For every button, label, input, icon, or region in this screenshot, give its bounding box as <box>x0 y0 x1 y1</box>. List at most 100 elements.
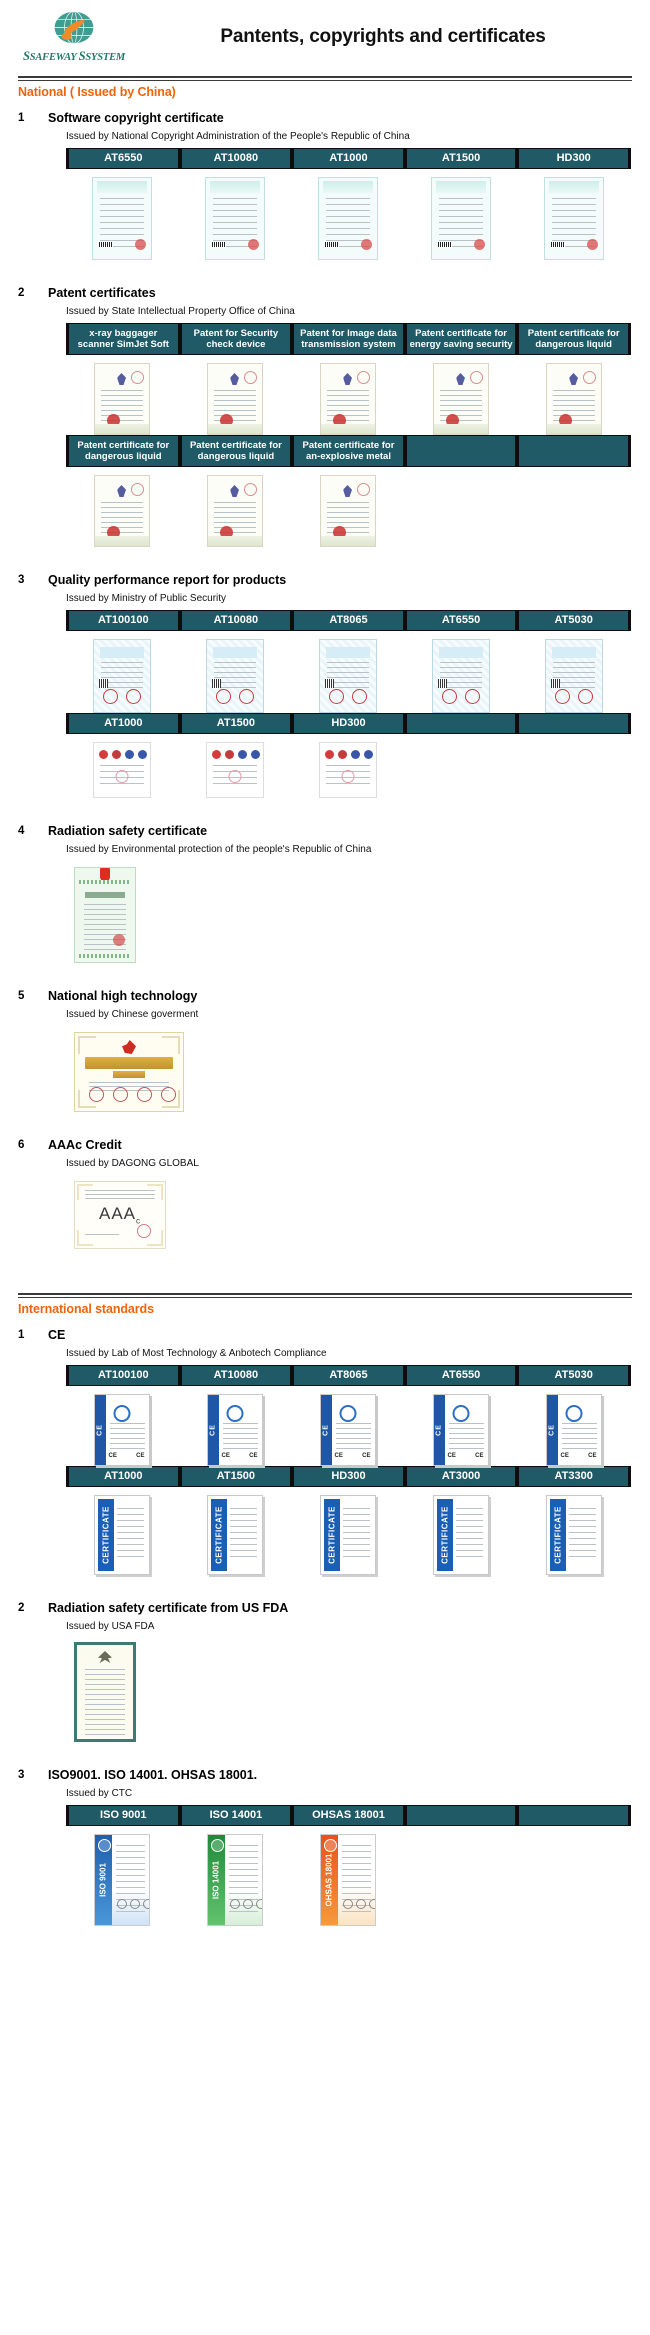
table-header-cell[interactable] <box>405 435 517 467</box>
table-header-cell[interactable]: AT10080 <box>180 610 292 631</box>
table-header-cell[interactable] <box>518 713 629 734</box>
table-header-cell[interactable]: ISO 9001 <box>68 1805 179 1826</box>
software-copyright-certificate-thumbnail <box>543 177 604 260</box>
thumbnail-cell: CERTIFICATE <box>405 1491 516 1575</box>
certificate-thumbnail-row: AAAc <box>66 1175 631 1249</box>
thumbnail-cell <box>518 173 629 260</box>
quality-report-thumbnail <box>544 639 603 713</box>
ce-certificate-banner-thumbnail: CERTIFICATE <box>545 1495 602 1575</box>
table-header-cell[interactable]: Patent certificate for an-explosive meta… <box>293 435 404 467</box>
thumbnail-cell <box>292 359 403 435</box>
certificate-item: 1 Software copyright certificate Issued by… <box>0 111 650 276</box>
patent-certificate-thumbnail <box>93 363 150 435</box>
table-header-cell[interactable]: AT6550 <box>68 148 179 169</box>
patent-certificate-thumbnail <box>545 363 602 435</box>
table-header-cell[interactable] <box>405 713 517 734</box>
globe-icon <box>53 11 95 45</box>
table-header-cell[interactable]: HD300 <box>293 713 404 734</box>
aaa-credit-certificate-thumbnail: AAAc <box>74 1181 166 1249</box>
thumbnail-cell: CE CE CE <box>292 1390 403 1466</box>
logo-safeway-text: SAFEWAY <box>29 52 77 63</box>
table-header-cell[interactable]: AT100100 <box>68 1365 179 1386</box>
table-header-cell[interactable]: Patent certificate for dangerous liquid <box>68 435 179 467</box>
thumbnail-cell <box>518 635 629 713</box>
table-header-cell[interactable]: Patent for Image data transmission syste… <box>293 323 404 355</box>
ce-certificate-thumbnail: CE CE CE <box>206 1394 263 1466</box>
table-header-cell[interactable]: Patent certificate for dangerous liquid <box>180 435 292 467</box>
certificate-item: 3 ISO9001. ISO 14001. OHSAS 18001. Issued … <box>0 1768 650 1942</box>
item-title: Radiation safety certificate <box>48 824 208 838</box>
iso-14001-certificate-thumbnail: ISO 14001 <box>206 1834 263 1926</box>
table-header-cell[interactable]: AT8065 <box>293 610 404 631</box>
table-header-cell[interactable]: OHSAS 18001 <box>293 1805 404 1826</box>
table-row: AT100100 AT10080 AT8065 AT6550 AT5030 <box>68 1365 629 1386</box>
ce-certificate-thumbnail: CE CE CE <box>432 1394 489 1466</box>
thumbnail-cell: AAAc <box>66 1175 185 1249</box>
certificate-item: 6 AAAc Credit Issued by DAGONG GLOBAL AAAc <box>0 1138 650 1265</box>
table-header-cell[interactable]: x-ray baggager scanner SimJet Soft <box>68 323 179 355</box>
table-header-cell[interactable]: Patent certificate for energy saving sec… <box>405 323 517 355</box>
table-header-cell[interactable]: AT6550 <box>405 1365 517 1386</box>
item-title: National high technology <box>48 989 198 1003</box>
table-header-cell[interactable]: Patent for Security check device <box>180 323 292 355</box>
table-header-cell[interactable]: AT100100 <box>68 610 179 631</box>
model-table: AT100100 AT10080 AT8065 AT6550 AT5030 <box>66 610 631 631</box>
table-header-cell[interactable]: AT1000 <box>293 148 404 169</box>
section-title-international: International standards <box>18 1302 154 1316</box>
item-heading: 6 AAAc Credit <box>18 1138 650 1153</box>
thumbnail-cell <box>66 1638 185 1742</box>
table-header-cell[interactable]: AT3300 <box>518 1466 629 1487</box>
table-header-cell[interactable] <box>518 435 629 467</box>
item-number: 2 <box>18 287 25 299</box>
item-heading: 3 ISO9001. ISO 14001. OHSAS 18001. <box>18 1768 650 1783</box>
certificate-thumbnail-row <box>66 1638 631 1742</box>
table-header-cell[interactable] <box>518 1805 629 1826</box>
certificate-item: 2 Patent certificates Issued by State Inte… <box>0 286 650 563</box>
certificate-item: 3 Quality performance report for products… <box>0 573 650 814</box>
table-header-cell[interactable]: AT1000 <box>68 1466 179 1487</box>
section-international: International standards 1 CE Issued by Lab … <box>0 1265 650 1942</box>
item-heading: 4 Radiation safety certificate <box>18 824 650 839</box>
table-header-cell[interactable]: AT10080 <box>180 148 292 169</box>
table-row: AT1000 AT1500 HD300 <box>68 713 629 734</box>
thumbnail-cell: ISO 14001 <box>179 1830 290 1926</box>
table-header-cell[interactable] <box>405 1805 517 1826</box>
table-header-cell[interactable]: AT1500 <box>180 713 292 734</box>
certificate-thumbnail-row <box>66 635 631 713</box>
table-header-cell[interactable]: AT1500 <box>405 148 517 169</box>
table-header-cell[interactable]: ISO 14001 <box>180 1805 292 1826</box>
item-issuer: Issued by Chinese goverment <box>66 1009 199 1020</box>
table-header-cell[interactable]: AT1500 <box>180 1466 292 1487</box>
table-header-cell[interactable]: AT3000 <box>405 1466 517 1487</box>
thumbnail-cell <box>179 738 290 798</box>
table-header-cell[interactable]: HD300 <box>293 1466 404 1487</box>
certificate-thumbnail-row <box>66 471 631 547</box>
table-header-cell[interactable]: HD300 <box>518 148 629 169</box>
thumbnail-cell: CE CE CE <box>179 1390 290 1466</box>
certificate-thumbnail-row <box>66 359 631 435</box>
item-issuer: Issued by Lab of Most Technology & Anbot… <box>66 1348 327 1359</box>
item-number: 5 <box>18 990 25 1002</box>
model-table: Patent certificate for dangerous liquid P… <box>66 435 631 467</box>
thumbnail-cell: CERTIFICATE <box>292 1491 403 1575</box>
item-heading: 1 Software copyright certificate <box>18 111 650 126</box>
table-header-cell[interactable]: AT6550 <box>405 610 517 631</box>
table-row: x-ray baggager scanner SimJet Soft Patent… <box>68 323 629 355</box>
table-header-cell[interactable]: AT1000 <box>68 713 179 734</box>
table-header-cell[interactable]: AT5030 <box>518 1365 629 1386</box>
table-header-cell[interactable]: AT8065 <box>293 1365 404 1386</box>
ce-certificate-thumbnail: CE CE CE <box>319 1394 376 1466</box>
thumbnail-cell <box>405 635 516 713</box>
certificate-thumbnail-row: CERTIFICATE CERTIFICATE CERTIFICATE CERTIFI… <box>66 1491 631 1575</box>
table-header-cell[interactable]: Patent certificate for dangerous liquid <box>518 323 629 355</box>
model-table: AT1000 AT1500 HD300 <box>66 713 631 734</box>
item-issuer: Issued by State Intellectual Property Of… <box>66 306 295 317</box>
table-header-cell[interactable]: AT10080 <box>180 1365 292 1386</box>
model-table: AT1000 AT1500 HD300 AT3000 AT3300 <box>66 1466 631 1487</box>
item-title: Quality performance report for products <box>48 573 287 587</box>
item-issuer: Issued by National Copyright Administrat… <box>66 131 410 142</box>
table-header-cell[interactable]: AT5030 <box>518 610 629 631</box>
page-header: SSAFEWAY SSYSTEM Pantents, copyrights an… <box>0 0 650 70</box>
high-technology-certificate-thumbnail <box>74 1032 184 1112</box>
item-heading: 3 Quality performance report for products <box>18 573 650 588</box>
